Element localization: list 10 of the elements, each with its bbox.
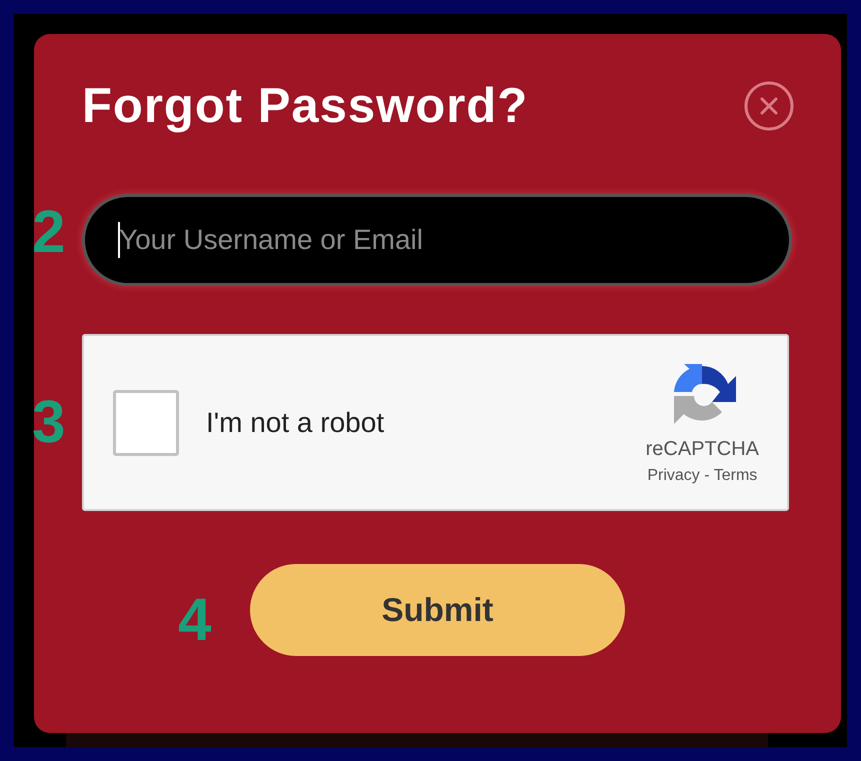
checkbox[interactable] [113, 390, 179, 456]
email-field[interactable]: Your Username or Email [82, 194, 792, 286]
captcha-brand: reCAPTCHA [646, 436, 759, 462]
privacy-terms-link[interactable]: Privacy - Terms [647, 464, 758, 488]
close-icon[interactable] [743, 80, 795, 132]
dialog-title: Forgot Password? [82, 78, 528, 134]
step-number: 4 [178, 590, 212, 650]
submit-button[interactable]: Submit [250, 564, 625, 656]
step-number: 2 [32, 202, 66, 262]
captcha-label: I'm not a robot [206, 406, 386, 440]
